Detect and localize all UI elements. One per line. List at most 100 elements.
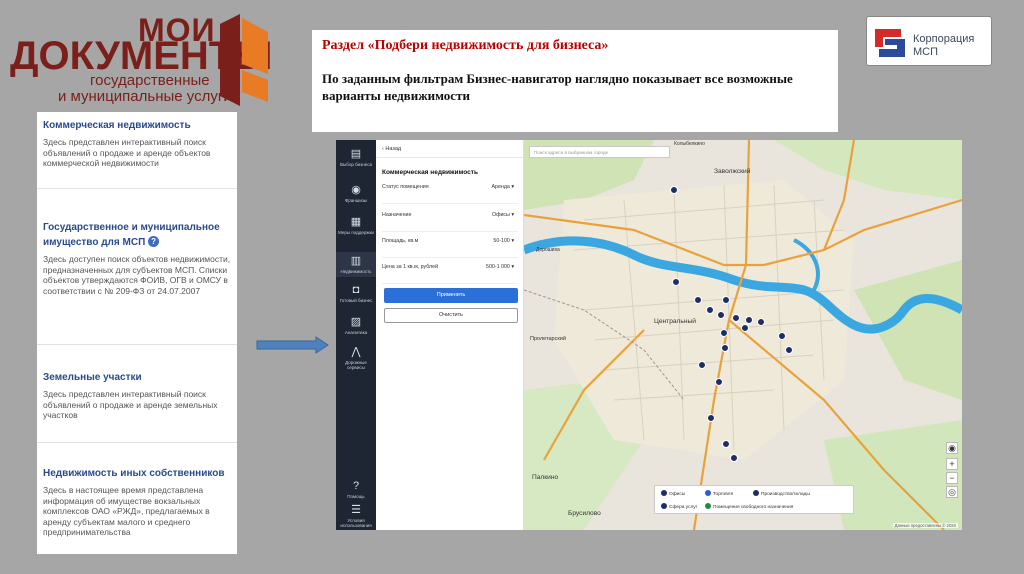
legend-label: Офисы bbox=[669, 492, 686, 497]
franchise-icon: ◉ bbox=[351, 184, 361, 196]
filter-value[interactable]: 500-1 000 ▾ bbox=[486, 264, 514, 270]
category-description: Здесь в настоящее время представлена инф… bbox=[43, 485, 210, 537]
briefcase-icon: ◘ bbox=[352, 284, 360, 296]
layers-icon[interactable]: ◉ bbox=[946, 442, 958, 454]
logo-emblem-icon bbox=[220, 14, 268, 106]
rail-label: Меры поддержки bbox=[338, 230, 374, 235]
filter-purpose[interactable]: Назначение Офисы ▾ bbox=[382, 212, 518, 232]
location-icon[interactable]: ◎ bbox=[946, 486, 958, 498]
category-description: Здесь представлен интерактивный поиск об… bbox=[43, 137, 211, 168]
map-label: Палкино bbox=[532, 474, 559, 481]
services-icon bbox=[661, 503, 667, 509]
map-legend: Офисы Торговля Производство/склады Сфера… bbox=[654, 485, 854, 514]
office-icon bbox=[661, 490, 667, 496]
divider bbox=[37, 188, 237, 189]
rail-item-terms[interactable]: ☰ Условия использования bbox=[336, 504, 376, 528]
legend-production[interactable]: Производство/склады bbox=[753, 490, 810, 497]
map-label: Дорошиха bbox=[536, 247, 560, 253]
building-icon: ▥ bbox=[350, 255, 362, 267]
legend-free-purpose[interactable]: Помещения свободного назначения bbox=[705, 503, 793, 510]
help-icon[interactable]: ? bbox=[148, 236, 160, 247]
logo-line3: государственные bbox=[90, 72, 210, 89]
divider bbox=[37, 442, 237, 443]
support-icon: ▦ bbox=[350, 216, 362, 228]
map-label: Брусилово bbox=[568, 510, 601, 517]
map-label: Центральный bbox=[654, 318, 696, 325]
category-title-text[interactable]: Государственное и муниципальное имуществ… bbox=[43, 222, 220, 248]
divider bbox=[37, 344, 237, 345]
category-title[interactable]: Земельные участки bbox=[43, 370, 231, 385]
map-label: Колыбелкино bbox=[674, 141, 705, 147]
filter-area[interactable]: Площадь, кв.м 50-100 ▾ bbox=[382, 238, 518, 258]
arrow-right-icon bbox=[256, 336, 329, 354]
document-icon: ☰ bbox=[351, 504, 361, 516]
section-subtitle: По заданным фильтрам Бизнес-навигатор на… bbox=[322, 71, 793, 103]
rail-item-support[interactable]: ▦ Меры поддержки bbox=[336, 216, 376, 235]
map-label: Заволжский bbox=[714, 168, 751, 175]
rail-label: Помощь bbox=[347, 494, 365, 499]
filter-panel-title: Коммерческая недвижимость bbox=[382, 169, 478, 176]
legend-services[interactable]: Сфера услуг bbox=[661, 503, 697, 510]
business-navigator-screenshot: ▤ Выбор бизнеса ◉ Франшизы ▦ Меры поддержки… bbox=[336, 140, 962, 530]
rail-label: Готовый бизнес bbox=[339, 298, 373, 303]
section-title: Раздел «Подбери недвижимость для бизнеса… bbox=[322, 38, 609, 53]
filter-label: Статус помещения bbox=[382, 184, 429, 190]
real-estate-categories-panel: Коммерческая недвижимость Здесь представ… bbox=[37, 112, 237, 554]
filter-value[interactable]: 50-100 ▾ bbox=[493, 238, 514, 244]
rail-item-road-services[interactable]: ⋀ Дорожные сервисы bbox=[336, 346, 376, 370]
rail-label: Дорожные сервисы bbox=[345, 360, 367, 370]
rail-item-ready-business[interactable]: ◘ Готовый бизнес bbox=[336, 284, 376, 303]
map-label: Пролетарский bbox=[530, 336, 566, 342]
rail-label: Недвижимость bbox=[340, 269, 372, 274]
analytics-icon: ▨ bbox=[350, 316, 362, 328]
rail-label: Выбор бизнеса bbox=[340, 162, 372, 167]
trade-icon bbox=[705, 490, 711, 496]
rail-item-real-estate[interactable]: ▥ Недвижимость bbox=[336, 252, 376, 277]
category-title[interactable]: Государственное и муниципальное имуществ… bbox=[43, 220, 231, 250]
list-icon: ▤ bbox=[350, 148, 362, 160]
rail-label: Аналитика bbox=[344, 330, 368, 335]
moi-dokumenty-logo: МОИ ДОКУМЕНТЫ государственные и муниципа… bbox=[10, 10, 272, 110]
category-state-property[interactable]: Государственное и муниципальное имуществ… bbox=[37, 220, 237, 296]
section-heading-box: Раздел «Подбери недвижимость для бизнеса… bbox=[312, 30, 838, 132]
app-sidebar: ▤ Выбор бизнеса ◉ Франшизы ▦ Меры поддержки… bbox=[336, 140, 376, 530]
category-land-plots[interactable]: Земельные участки Здесь представлен инте… bbox=[37, 370, 237, 421]
apply-button[interactable]: Применить bbox=[384, 288, 518, 303]
msp-logo-text: Корпорация МСП bbox=[913, 33, 974, 59]
map-canvas[interactable] bbox=[524, 140, 962, 530]
rail-item-help[interactable]: ? Помощь bbox=[336, 480, 376, 499]
filter-price[interactable]: Цена за 1 кв.м, рублей 500-1 000 ▾ bbox=[382, 264, 518, 284]
msp-line1: Корпорация bbox=[913, 33, 975, 45]
rail-item-business-choice[interactable]: ▤ Выбор бизнеса bbox=[336, 148, 376, 167]
legend-trade[interactable]: Торговля bbox=[705, 490, 733, 497]
legend-offices[interactable]: Офисы bbox=[661, 490, 685, 497]
free-purpose-icon bbox=[705, 503, 711, 509]
filter-label: Цена за 1 кв.м, рублей bbox=[382, 264, 439, 270]
category-other-owners[interactable]: Недвижимость иных собственников Здесь в … bbox=[37, 466, 237, 538]
rail-item-franchises[interactable]: ◉ Франшизы bbox=[336, 184, 376, 203]
map-search-input[interactable]: Поиск адреса в выбранном городе bbox=[529, 146, 670, 158]
legend-label: Сфера услуг bbox=[669, 505, 698, 510]
zoom-out-button[interactable]: − bbox=[946, 472, 958, 484]
rail-item-analytics[interactable]: ▨ Аналитика bbox=[336, 316, 376, 335]
category-title[interactable]: Недвижимость иных собственников bbox=[43, 466, 231, 481]
legend-label: Торговля bbox=[713, 492, 734, 497]
clear-button[interactable]: Очистить bbox=[384, 308, 518, 323]
road-icon: ⋀ bbox=[351, 346, 361, 358]
city-map[interactable]: Поиск адреса в выбранном городе Заволжск… bbox=[524, 140, 962, 530]
category-description: Здесь представлен интерактивный поиск об… bbox=[43, 389, 218, 420]
map-copyright: Данные предоставлены © 2GIS bbox=[892, 523, 958, 528]
filter-label: Площадь, кв.м bbox=[382, 238, 419, 244]
msp-corporation-logo: Корпорация МСП bbox=[866, 16, 992, 66]
category-commercial[interactable]: Коммерческая недвижимость Здесь представ… bbox=[37, 118, 237, 169]
back-link[interactable]: ‹ Назад bbox=[376, 140, 523, 158]
filter-status[interactable]: Статус помещения Аренда ▾ bbox=[382, 184, 518, 204]
legend-label: Помещения свободного назначения bbox=[713, 505, 794, 510]
zoom-in-button[interactable]: + bbox=[946, 458, 958, 470]
filter-panel: ‹ Назад Коммерческая недвижимость Статус… bbox=[376, 140, 524, 530]
filter-label: Назначение bbox=[382, 212, 412, 218]
filter-value[interactable]: Офисы ▾ bbox=[492, 212, 514, 218]
category-title[interactable]: Коммерческая недвижимость bbox=[43, 118, 231, 133]
filter-value[interactable]: Аренда ▾ bbox=[491, 184, 514, 190]
logo-line4: и муниципальные услуги bbox=[58, 88, 232, 105]
